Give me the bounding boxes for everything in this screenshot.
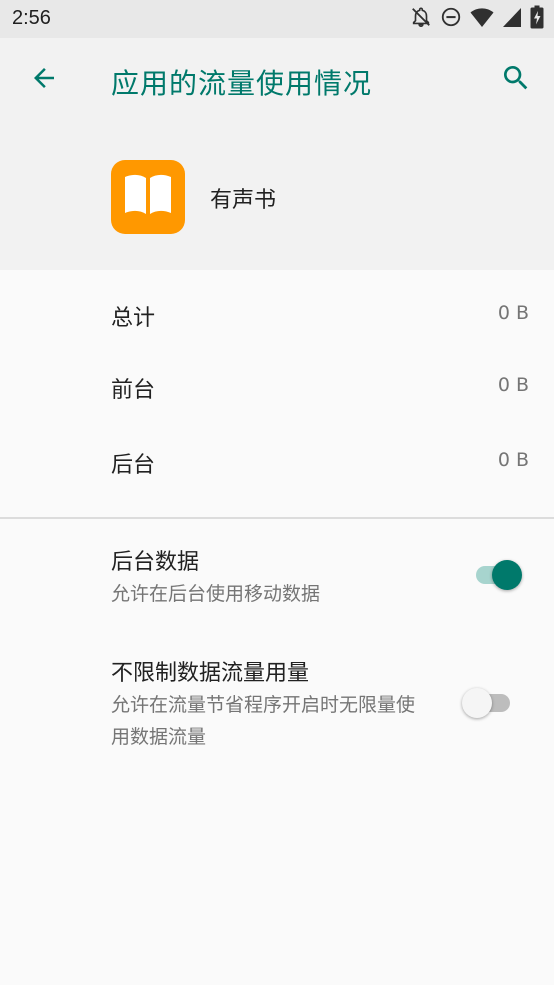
back-button[interactable] (26, 62, 62, 98)
usage-row-total: 总计 0 B (0, 290, 554, 340)
usage-value: 0 B (497, 302, 529, 324)
usage-label: 总计 (111, 306, 156, 331)
toggle-thumb (462, 688, 492, 718)
arrow-back-icon (29, 63, 59, 97)
notifications-off-icon (410, 6, 432, 32)
screen: 2:56 应用的流量使用情况 有声书 总计 0 B 前台 0 B 后台 0 B … (0, 0, 554, 985)
setting-description: 允许在流量节省程序开启时无限量使用数据流量 (111, 694, 416, 748)
search-icon (500, 62, 532, 98)
background-data-setting[interactable]: 后台数据 允许在后台使用移动数据 (0, 544, 554, 614)
usage-value: 0 B (497, 449, 529, 471)
usage-value: 0 B (497, 374, 529, 396)
search-button[interactable] (498, 62, 534, 98)
app-icon (111, 160, 185, 234)
do-not-disturb-icon (440, 6, 462, 32)
usage-row-background: 后台 0 B (0, 437, 554, 487)
unrestricted-data-setting[interactable]: 不限制数据流量用量 允许在流量节省程序开启时无限量使用数据流量 (0, 655, 554, 755)
book-icon (122, 173, 174, 221)
setting-description: 允许在后台使用移动数据 (111, 583, 321, 605)
setting-title: 后台数据 (111, 550, 200, 575)
status-bar: 2:56 (0, 0, 554, 38)
status-icons (410, 5, 544, 33)
toggle-thumb (492, 560, 522, 590)
divider (0, 517, 554, 519)
cell-signal-icon (502, 6, 522, 32)
status-time: 2:56 (12, 7, 51, 29)
page-title: 应用的流量使用情况 (111, 67, 373, 100)
app-name: 有声书 (210, 188, 277, 213)
usage-label: 后台 (111, 453, 156, 478)
app-bar: 应用的流量使用情况 有声书 (0, 38, 554, 270)
unrestricted-data-toggle[interactable] (462, 684, 514, 718)
background-data-toggle[interactable] (472, 556, 524, 590)
battery-charging-icon (530, 5, 544, 33)
usage-row-foreground: 前台 0 B (0, 362, 554, 412)
usage-label: 前台 (111, 378, 156, 403)
setting-title: 不限制数据流量用量 (111, 661, 310, 686)
wifi-icon (470, 6, 494, 32)
